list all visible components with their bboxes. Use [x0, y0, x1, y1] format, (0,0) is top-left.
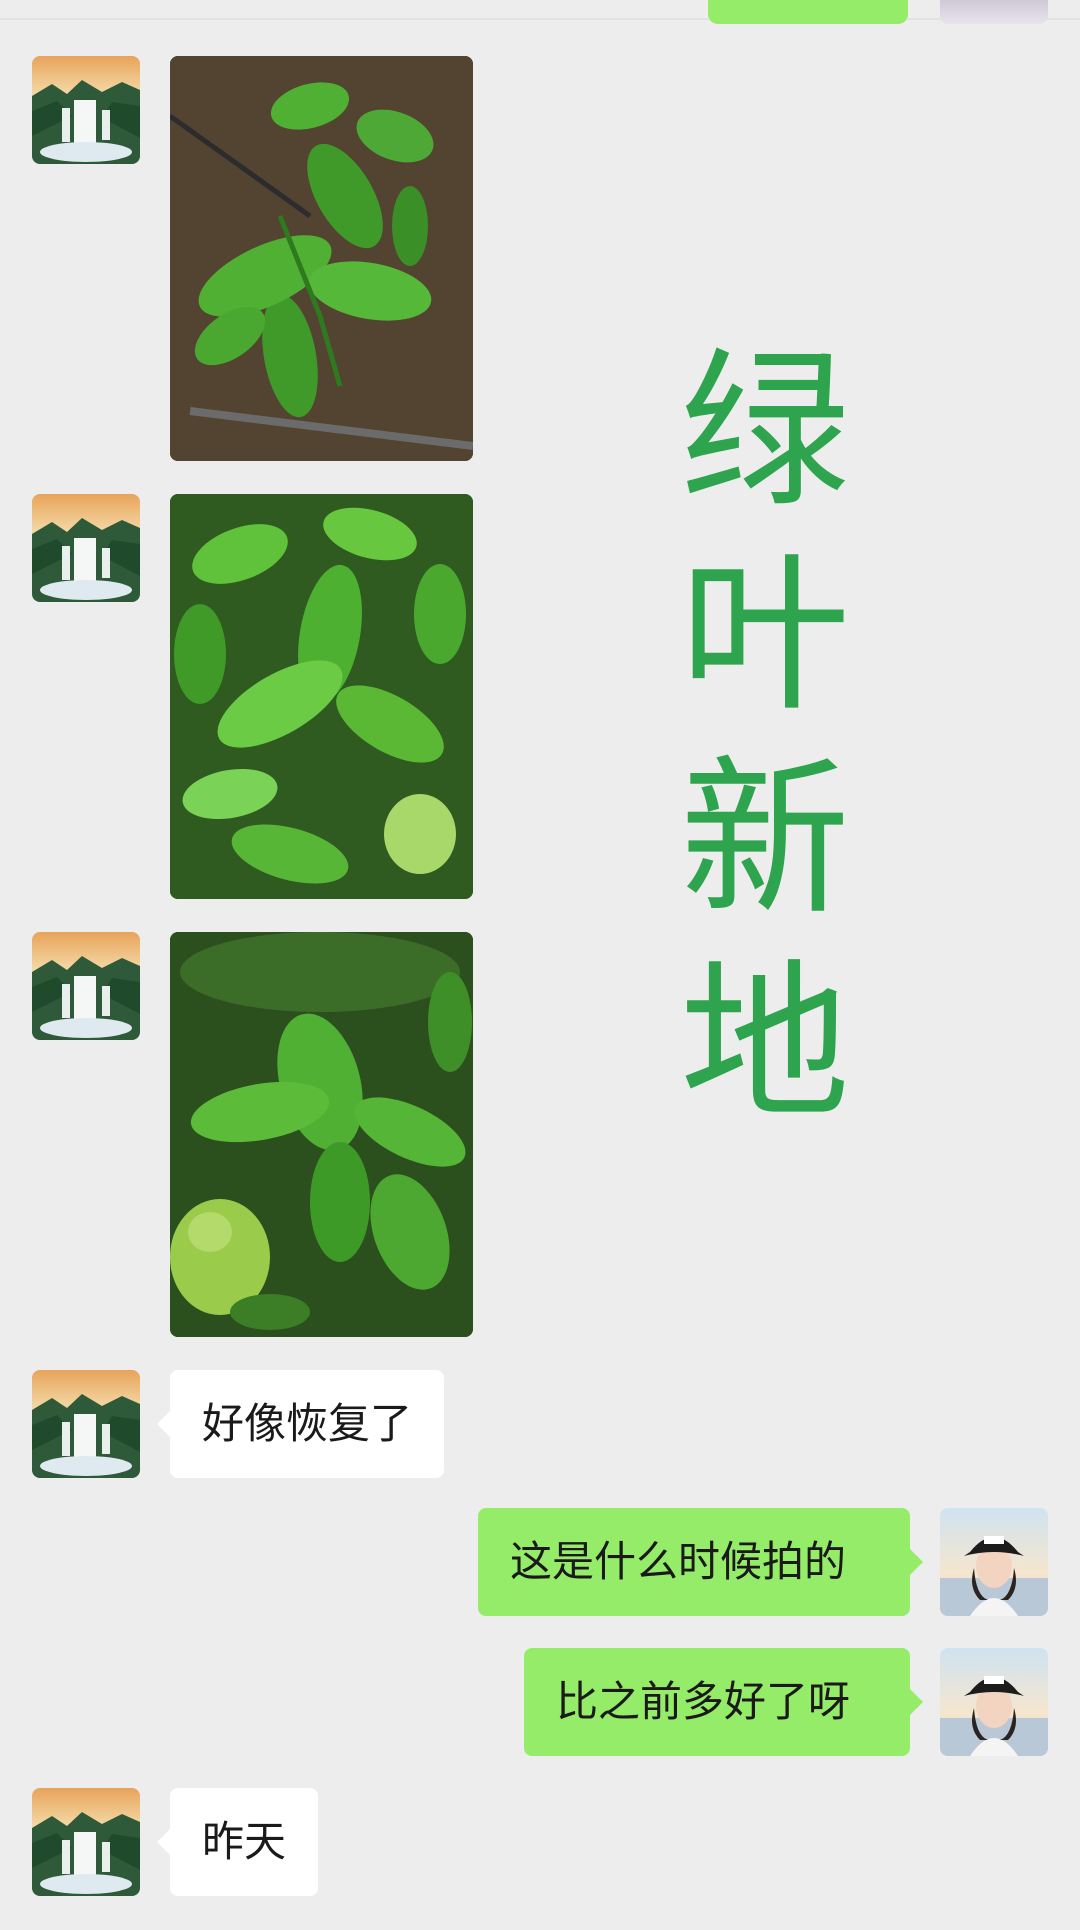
overlay-char: 叶	[679, 537, 850, 735]
leaf-photo-icon	[170, 932, 473, 1337]
waterfall-landscape-avatar-icon	[32, 932, 140, 1040]
incoming-message-bubble[interactable]: 昨天	[156, 1788, 319, 1896]
incoming-message-bubble[interactable]: 好像恢复了	[156, 1370, 445, 1478]
my-avatar[interactable]	[940, 1648, 1048, 1756]
message-image[interactable]	[170, 932, 473, 1337]
contact-avatar[interactable]	[32, 1788, 140, 1896]
waterfall-landscape-avatar-icon	[32, 56, 140, 164]
girl-with-cap-avatar-icon	[940, 1508, 1048, 1616]
message-image[interactable]	[170, 56, 473, 461]
waterfall-landscape-avatar-icon	[32, 1788, 140, 1896]
waterfall-landscape-avatar-icon	[32, 1370, 140, 1478]
message-image[interactable]	[170, 494, 473, 899]
girl-with-cap-avatar-icon	[940, 1648, 1048, 1756]
chat-window: 好像恢复了 这是什么时候拍的 比之前多好了呀 昨天 绿 叶 新 地	[0, 0, 1080, 1930]
leaf-photo-icon	[170, 56, 473, 461]
contact-avatar[interactable]	[32, 56, 140, 164]
leaf-photo-icon	[170, 494, 473, 899]
overlay-char: 地	[679, 945, 850, 1143]
contact-avatar[interactable]	[32, 494, 140, 602]
contact-avatar[interactable]	[32, 932, 140, 1040]
my-avatar[interactable]	[940, 1508, 1048, 1616]
outgoing-message-bubble[interactable]: 比之前多好了呀	[524, 1648, 923, 1756]
contact-avatar[interactable]	[32, 1370, 140, 1478]
overlay-title: 绿 叶 新 地	[660, 330, 870, 1146]
waterfall-landscape-avatar-icon	[32, 494, 140, 602]
overlay-char: 新	[679, 741, 850, 939]
divider	[0, 18, 1080, 20]
outgoing-message-bubble[interactable]: 这是什么时候拍的	[478, 1508, 923, 1616]
previous-my-avatar[interactable]	[940, 0, 1048, 24]
overlay-char: 绿	[679, 333, 850, 531]
previous-outgoing-bubble[interactable]	[708, 0, 908, 24]
